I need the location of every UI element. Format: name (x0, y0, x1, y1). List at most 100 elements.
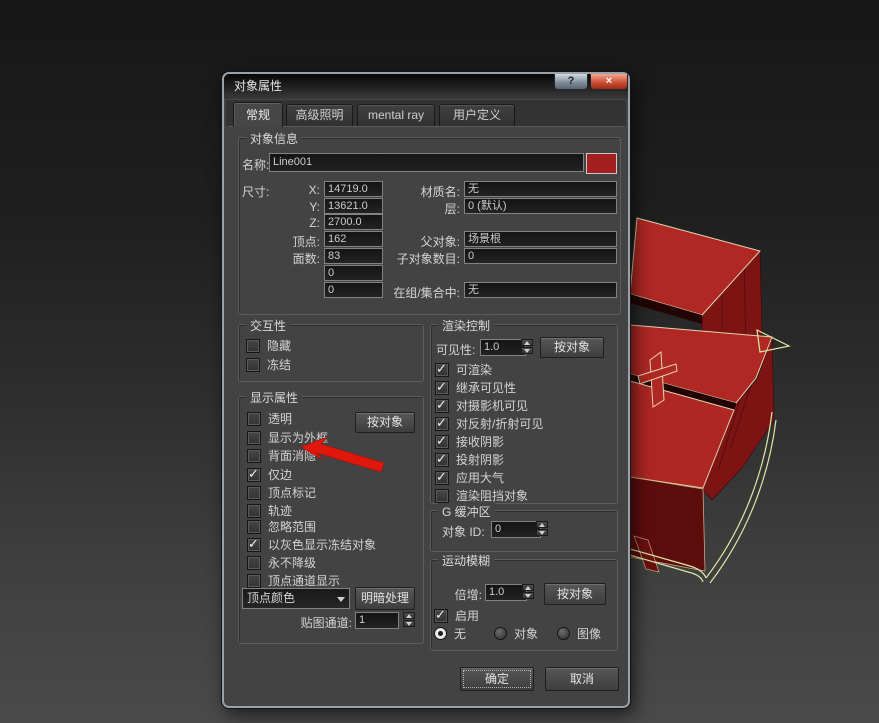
material-value: 无 (464, 181, 617, 197)
checkbox-enabled[interactable]: 启用 (434, 608, 479, 623)
object-properties-dialog: 对象属性 ? × 常规 高级照明 mental ray 用户定义 对象信息 名称… (222, 72, 630, 708)
shaded-button[interactable]: 明暗处理 (355, 587, 415, 610)
spinner-up-icon[interactable] (521, 339, 533, 346)
checkbox-box[interactable] (435, 399, 449, 413)
map-channel-spinner[interactable] (403, 612, 415, 628)
checkbox-box[interactable] (247, 504, 261, 518)
checkbox-display-as-box[interactable]: 显示为外框 (247, 430, 328, 445)
checkbox-box[interactable] (247, 468, 261, 482)
checkbox-box[interactable] (247, 556, 261, 570)
checkbox-show-frozen-in-gray[interactable]: 以灰色显示冻结对象 (247, 537, 376, 552)
spinner-down-icon[interactable] (403, 620, 415, 627)
checkbox-never-degrade[interactable]: 永不降级 (247, 555, 316, 570)
x-label: X: (290, 183, 320, 197)
checkbox-label: 对摄影机可见 (456, 397, 528, 414)
checkbox-receive-shadows[interactable]: 接收阴影 (435, 434, 504, 449)
tab-advanced-lighting[interactable]: 高级照明 (286, 104, 353, 126)
checkbox-box[interactable] (247, 449, 261, 463)
name-input[interactable]: Line001 (269, 153, 584, 172)
radio-image[interactable]: 图像 (557, 626, 601, 641)
faces-label: 面数: (264, 250, 320, 267)
checkbox-visible-to-reflection[interactable]: 对反射/折射可见 (435, 416, 543, 431)
visibility-spinner[interactable] (521, 339, 533, 355)
checkbox-cast-shadows[interactable]: 投射阴影 (435, 452, 504, 467)
checkbox-label: 背面消隐 (268, 447, 316, 464)
rendering-by-object-button[interactable]: 按对象 (540, 337, 604, 358)
radio-none[interactable]: 无 (434, 626, 466, 641)
display-by-object-button[interactable]: 按对象 (355, 412, 415, 433)
checkbox-box[interactable] (247, 431, 261, 445)
motion-blur-by-object-button[interactable]: 按对象 (544, 583, 606, 605)
group-interactivity: 交互性 (238, 324, 424, 382)
spinner-up-icon[interactable] (536, 521, 548, 528)
help-icon[interactable]: ? (554, 74, 588, 90)
radio-button[interactable] (494, 627, 507, 640)
radio-button[interactable] (557, 627, 570, 640)
multiplier-input[interactable]: 1.0 (485, 584, 527, 601)
checkbox-hide[interactable]: 隐藏 (246, 338, 291, 353)
cancel-button[interactable]: 取消 (545, 667, 619, 691)
object-id-spinner[interactable] (536, 521, 548, 537)
object-id-input[interactable]: 0 (491, 521, 541, 538)
tab-user-defined[interactable]: 用户定义 (439, 104, 515, 126)
material-label: 材质名: (380, 183, 460, 200)
checkbox-box[interactable] (435, 453, 449, 467)
y-value: 13621.0 (324, 198, 383, 214)
checkbox-box[interactable] (247, 538, 261, 552)
checkbox-box[interactable] (435, 489, 449, 503)
visibility-input[interactable]: 1.0 (480, 339, 526, 356)
children-label: 子对象数目: (364, 250, 460, 267)
spinner-down-icon[interactable] (536, 529, 548, 536)
checkbox-box[interactable] (435, 381, 449, 395)
checkbox-renderable[interactable]: 可渲染 (435, 362, 492, 377)
checkbox-freeze[interactable]: 冻结 (246, 357, 291, 372)
checkbox-box[interactable] (435, 435, 449, 449)
vertices-label: 顶点: (264, 233, 320, 250)
checkbox-apply-atmospherics[interactable]: 应用大气 (435, 470, 504, 485)
z-label: Z: (290, 216, 320, 230)
tab-general[interactable]: 常规 (233, 102, 283, 127)
checkbox-ignore-extents[interactable]: 忽略范围 (247, 519, 316, 534)
checkbox-box[interactable] (247, 486, 261, 500)
checkbox-transparent[interactable]: 透明 (247, 411, 292, 426)
dimensions-label: 尺寸: (242, 183, 269, 200)
map-channel-input[interactable]: 1 (355, 612, 399, 629)
multiplier-spinner[interactable] (522, 584, 534, 600)
group-title: 运动模糊 (438, 552, 494, 569)
radio-button[interactable] (434, 627, 447, 640)
checkbox-label: 渲染阻挡对象 (456, 487, 528, 504)
checkbox-box[interactable] (247, 574, 261, 588)
checkbox-box[interactable] (247, 412, 261, 426)
checkbox-box[interactable] (246, 358, 260, 372)
spinner-down-icon[interactable] (521, 347, 533, 354)
checkbox-label: 投射阴影 (456, 451, 504, 468)
checkbox-label: 顶点标记 (268, 484, 316, 501)
checkbox-render-occluded-objects[interactable]: 渲染阻挡对象 (435, 488, 528, 503)
checkbox-visible-to-camera[interactable]: 对摄影机可见 (435, 398, 528, 413)
object-color-swatch[interactable] (586, 153, 617, 174)
checkbox-trajectory[interactable]: 轨迹 (247, 503, 292, 518)
checkbox-label: 冻结 (267, 356, 291, 373)
checkbox-inherit-visibility[interactable]: 继承可见性 (435, 380, 516, 395)
checkbox-box[interactable] (434, 609, 448, 623)
visibility-label: 可见性: (436, 341, 475, 358)
tab-mental-ray[interactable]: mental ray (357, 104, 435, 126)
spinner-down-icon[interactable] (522, 592, 534, 599)
checkbox-box[interactable] (435, 471, 449, 485)
dropdown-value: 顶点颜色 (247, 591, 295, 605)
close-icon[interactable]: × (590, 74, 628, 90)
checkbox-backface-cull[interactable]: 背面消隐 (247, 448, 316, 463)
checkbox-box[interactable] (435, 417, 449, 431)
ok-button[interactable]: 确定 (460, 667, 534, 691)
spinner-up-icon[interactable] (522, 584, 534, 591)
radio-object[interactable]: 对象 (494, 626, 538, 641)
spinner-up-icon[interactable] (403, 612, 415, 619)
checkbox-box[interactable] (246, 339, 260, 353)
vertex-color-dropdown[interactable]: 顶点颜色 (242, 588, 350, 609)
checkbox-box[interactable] (247, 520, 261, 534)
checkbox-edges-only[interactable]: 仅边 (247, 467, 292, 482)
checkbox-box[interactable] (435, 363, 449, 377)
checkbox-vertex-ticks[interactable]: 顶点标记 (247, 485, 316, 500)
checkbox-vertex-channel-display[interactable]: 顶点通道显示 (247, 573, 340, 588)
multiplier-label: 倍增: (438, 586, 482, 603)
